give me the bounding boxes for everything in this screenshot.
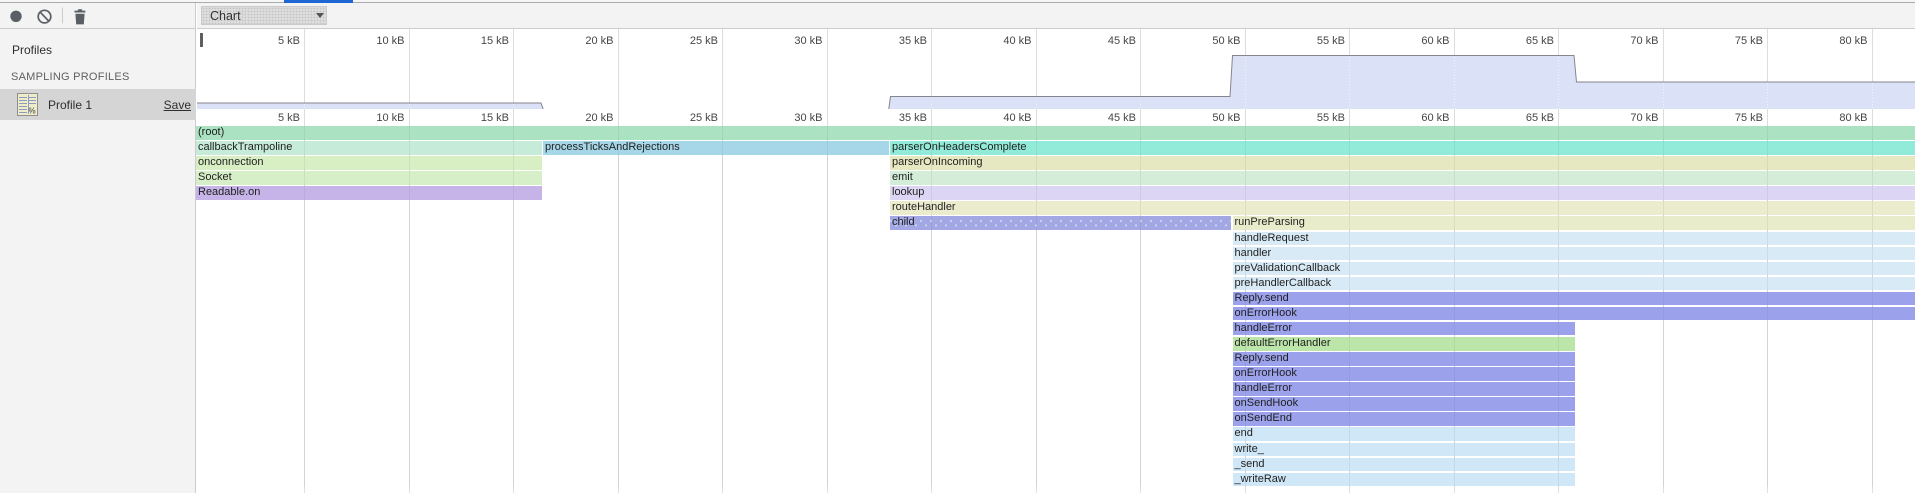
svg-text:%: % xyxy=(29,107,36,116)
